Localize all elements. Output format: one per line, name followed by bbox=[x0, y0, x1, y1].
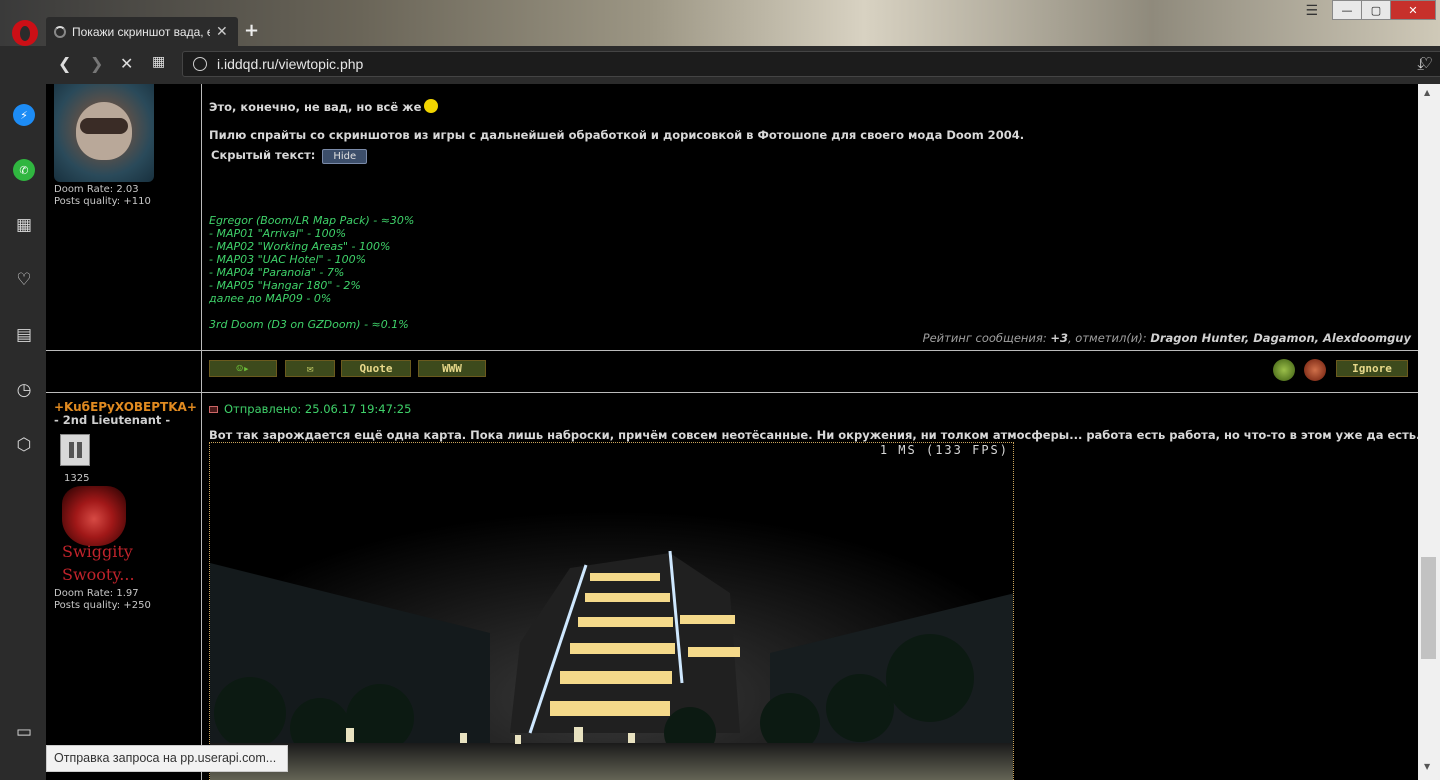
news-icon[interactable]: ▤ bbox=[13, 324, 35, 346]
vertical-scrollbar[interactable]: ▲ ▼ bbox=[1418, 84, 1440, 780]
forward-arrow-icon[interactable]: ❯ bbox=[90, 54, 103, 73]
page-content: Doom Rate: 2.03 Posts quality: +110 Это,… bbox=[46, 84, 1418, 780]
author-stats: Doom Rate: 1.97 Posts quality: +250 bbox=[54, 588, 151, 611]
scrollbar-thumb[interactable] bbox=[1421, 557, 1436, 659]
window-controls: — ▢ ✕ bbox=[1332, 0, 1436, 20]
avatar[interactable] bbox=[54, 84, 154, 182]
tab-grid-icon[interactable]: ▦ bbox=[152, 54, 165, 70]
minimize-button[interactable]: — bbox=[1332, 0, 1362, 20]
pause-badge-icon bbox=[60, 434, 90, 466]
game-screenshot[interactable]: 1 MS (133 FPS) bbox=[209, 442, 1014, 780]
post-timestamp: Отправлено: 25.06.17 19:47:25 bbox=[209, 402, 411, 416]
signature-line: Swiggity bbox=[62, 542, 133, 561]
browser-window: { "tab": { "title": "Покажи скриншот вад… bbox=[0, 0, 1440, 780]
post2-body: Отправлено: 25.06.17 19:47:25 Вот так за… bbox=[203, 84, 1418, 780]
tab-active[interactable]: Покажи скриншот вада, если ✕ bbox=[46, 17, 238, 46]
sidebar-toggle-icon[interactable]: ▭ bbox=[13, 721, 35, 743]
speed-dial-icon[interactable]: ▦ bbox=[13, 214, 35, 236]
back-arrow-icon[interactable]: ❮ bbox=[58, 54, 71, 73]
username[interactable]: +KuбEPуXOBEPTKA+ bbox=[54, 400, 197, 414]
address-toolbar: ❮ ❯ ✕ ▦ i.iddqd.ru/viewtopic.php ♡ ⤓ bbox=[46, 46, 1440, 84]
fps-counter: 1 MS (133 FPS) bbox=[879, 443, 1009, 457]
post-count: 1325 bbox=[64, 473, 90, 484]
title-bar: Покажи скриншот вада, если ✕ + ☰ — ▢ ✕ bbox=[0, 0, 1440, 46]
buttons-left-cell bbox=[46, 351, 202, 392]
user-rank: - 2nd Lieutenant - bbox=[54, 413, 171, 427]
scroll-up-arrow-icon[interactable]: ▲ bbox=[1424, 88, 1430, 97]
opera-logo-icon[interactable] bbox=[12, 20, 38, 46]
whatsapp-icon[interactable]: ✆ bbox=[13, 159, 35, 181]
screenshot-scene bbox=[210, 443, 1013, 780]
close-window-button[interactable]: ✕ bbox=[1390, 0, 1436, 20]
demon-avatar[interactable] bbox=[62, 486, 126, 546]
author-stats: Doom Rate: 2.03 Posts quality: +110 bbox=[54, 184, 151, 207]
extensions-icon[interactable]: ⬡ bbox=[13, 434, 35, 456]
post-marker-icon bbox=[209, 406, 218, 413]
maximize-button[interactable]: ▢ bbox=[1361, 0, 1391, 20]
post-line: Вот так зарождается ещё одна карта. Пока… bbox=[209, 428, 1418, 442]
url-text: i.iddqd.ru/viewtopic.php bbox=[217, 56, 364, 72]
globe-icon bbox=[193, 57, 207, 71]
address-field[interactable]: i.iddqd.ru/viewtopic.php ♡ bbox=[182, 51, 1440, 77]
tab-title: Покажи скриншот вада, если bbox=[72, 24, 210, 39]
loading-spinner-icon bbox=[54, 25, 66, 38]
loading-status: Отправка запроса на pp.userapi.com... bbox=[46, 745, 288, 772]
sidebar: ⚡ ✆ ▦ ♡ ▤ ◷ ⬡ ▭ bbox=[0, 46, 46, 780]
easy-setup-menu-icon[interactable]: ☰ bbox=[1305, 3, 1318, 19]
history-icon[interactable]: ◷ bbox=[13, 379, 35, 401]
tab-close-icon[interactable]: ✕ bbox=[216, 24, 228, 40]
scroll-down-arrow-icon[interactable]: ▼ bbox=[1424, 762, 1430, 771]
messenger-icon[interactable]: ⚡ bbox=[13, 104, 35, 126]
signature-line: Swooty... bbox=[62, 565, 135, 584]
download-icon[interactable]: ⤓ bbox=[1417, 55, 1424, 73]
new-tab-button[interactable]: + bbox=[244, 20, 259, 41]
bookmarks-heart-icon[interactable]: ♡ bbox=[13, 269, 35, 291]
post1-author-column: Doom Rate: 2.03 Posts quality: +110 bbox=[46, 84, 202, 350]
stop-loading-icon[interactable]: ✕ bbox=[120, 54, 133, 73]
